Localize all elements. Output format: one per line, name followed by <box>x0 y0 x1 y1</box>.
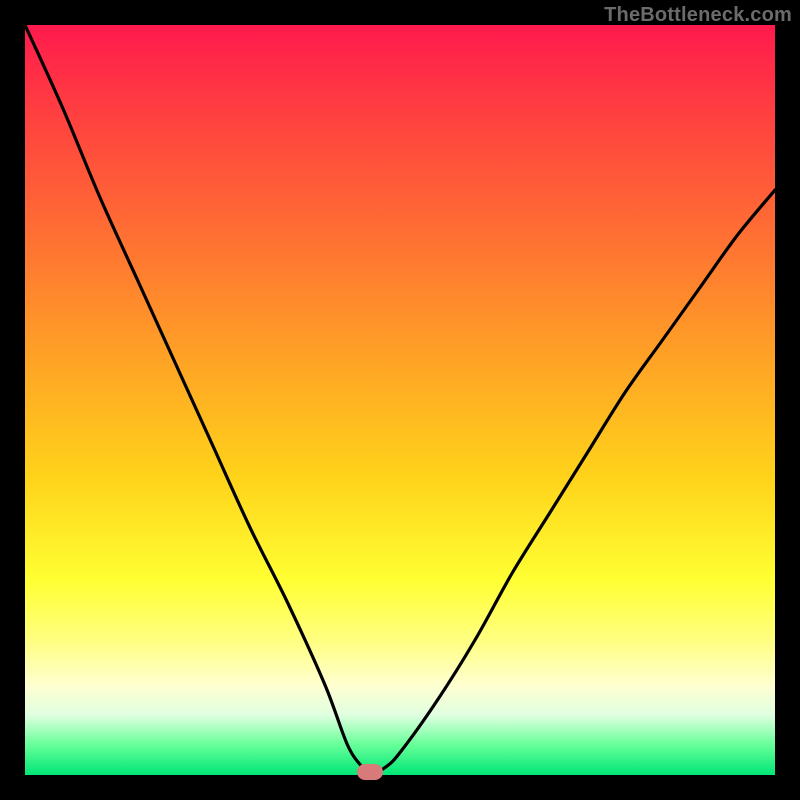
watermark-text: TheBottleneck.com <box>604 4 792 27</box>
bottleneck-curve <box>25 25 775 775</box>
optimum-marker <box>357 764 383 780</box>
chart-frame: TheBottleneck.com <box>0 0 800 800</box>
plot-area <box>25 25 775 775</box>
curve-path <box>25 25 775 775</box>
